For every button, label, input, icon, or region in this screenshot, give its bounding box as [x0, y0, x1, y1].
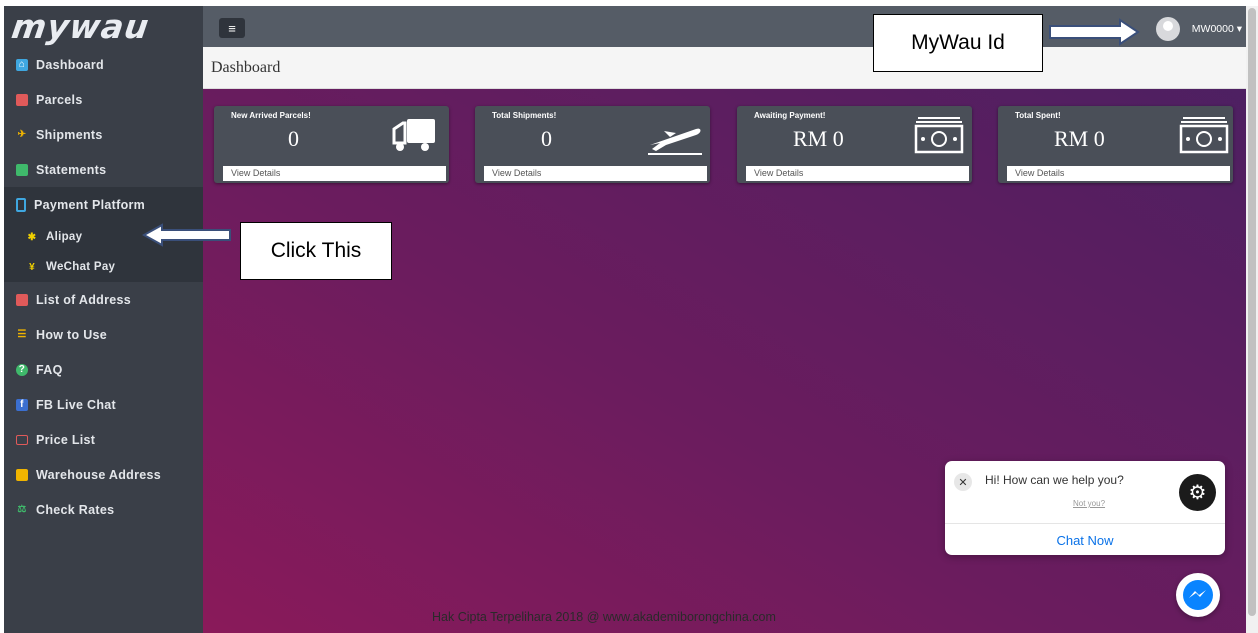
tag-icon: [16, 434, 28, 445]
plane-icon: ✈: [17, 129, 27, 140]
view-details-label: View Details: [492, 168, 542, 178]
card-total-shipments: Total Shipments! 0 View Details: [475, 106, 710, 183]
sidebar-menu: ⌂ Dashboard Parcels ✈ Shipments Statements…: [4, 47, 203, 527]
card-value: 0: [541, 126, 552, 151]
view-details-link[interactable]: View Details: [223, 166, 446, 181]
chat-brand-logo: ⚙: [1179, 474, 1216, 511]
annotation-label: MyWau Id: [911, 31, 1005, 54]
sidebar-item-payment-platform[interactable]: Payment Platform: [4, 187, 203, 222]
page-title: Dashboard: [211, 59, 281, 76]
list-icon: ☰: [17, 329, 27, 340]
sidebar: mywau ⌂ Dashboard Parcels ✈ Shipments Stat…: [4, 6, 203, 633]
view-details-link[interactable]: View Details: [746, 166, 969, 181]
card-title: Awaiting Payment!: [754, 111, 826, 120]
page-scrollbar[interactable]: [1246, 6, 1258, 633]
sidebar-item-label: FAQ: [36, 362, 63, 377]
facebook-icon: f: [16, 398, 28, 411]
card-new-arrived-parcels: New Arrived Parcels! 0 View Details: [214, 106, 449, 183]
chat-greeting: Hi! How can we help you?: [985, 473, 1124, 487]
user-menu[interactable]: MW0000 ▾: [1155, 17, 1242, 41]
question-icon: ?: [16, 363, 28, 376]
yen-icon: ¥: [29, 261, 35, 273]
sidebar-item-price-list[interactable]: Price List: [4, 422, 203, 457]
truck-icon: [16, 468, 28, 481]
footer-copyright: Hak Cipta Terpelihara 2018 @ www.akademi…: [432, 610, 776, 624]
sidebar-item-label: List of Address: [36, 292, 132, 307]
sidebar-item-label: Parcels: [36, 92, 83, 107]
sidebar-item-label: FB Live Chat: [36, 397, 116, 412]
card-value: RM 0: [793, 126, 844, 151]
sidebar-item-label: Dashboard: [36, 57, 104, 72]
sidebar-item-list-of-address[interactable]: List of Address: [4, 282, 203, 317]
mobile-icon: [16, 197, 26, 212]
sidebar-item-label: Shipments: [36, 127, 103, 142]
truck-icon: [16, 93, 28, 106]
avatar: [1155, 17, 1180, 41]
sidebar-item-label: Payment Platform: [34, 197, 146, 212]
chat-popup: ✕ Hi! How can we help you? Not you? ⚙ Ch…: [945, 461, 1225, 555]
sidebar-item-shipments[interactable]: ✈ Shipments: [4, 117, 203, 152]
not-you-link[interactable]: Not you?: [1073, 499, 1105, 508]
view-details-link[interactable]: View Details: [484, 166, 707, 181]
alipay-icon: ✱: [27, 231, 37, 243]
view-details-label: View Details: [754, 168, 804, 178]
view-details-label: View Details: [231, 168, 281, 178]
logo-text: mywau: [9, 7, 152, 46]
annotation-mywau-id: MyWau Id: [873, 14, 1043, 72]
annotation-click-this: Click This: [240, 222, 392, 280]
scale-icon: ⚖: [17, 504, 27, 515]
plane-icon: [648, 128, 702, 155]
money-icon: [914, 117, 964, 154]
app: mywau ⌂ Dashboard Parcels ✈ Shipments Stat…: [0, 6, 1258, 633]
divider: [945, 523, 1225, 524]
card-awaiting-payment: Awaiting Payment! RM 0 View Details: [737, 106, 972, 183]
card-value: RM 0: [1054, 126, 1105, 151]
sidebar-item-label: Warehouse Address: [36, 467, 162, 482]
sidebar-item-how-to-use[interactable]: ☰ How to Use: [4, 317, 203, 352]
annotation-label: Click This: [270, 239, 362, 262]
sidebar-item-statements[interactable]: Statements: [4, 152, 203, 187]
sidebar-item-label: Price List: [36, 432, 96, 447]
sidebar-item-dashboard[interactable]: ⌂ Dashboard: [4, 47, 203, 82]
menu-toggle-button[interactable]: ≡: [219, 18, 245, 38]
card-value: 0: [288, 126, 299, 151]
sidebar-item-warehouse-address[interactable]: Warehouse Address: [4, 457, 203, 492]
view-details-link[interactable]: View Details: [1007, 166, 1230, 181]
username-label: MW0000 ▾: [1191, 23, 1242, 35]
annotation-arrow-right: [1049, 18, 1140, 46]
messenger-icon: [1183, 580, 1213, 610]
view-details-label: View Details: [1015, 168, 1065, 178]
scrollbar-thumb[interactable]: [1248, 8, 1256, 616]
sidebar-item-check-rates[interactable]: ⚖ Check Rates: [4, 492, 203, 527]
card-total-spent: Total Spent! RM 0 View Details: [998, 106, 1233, 183]
annotation-arrow-left: [142, 223, 231, 247]
sidebar-item-label: WeChat Pay: [46, 261, 116, 273]
sidebar-item-label: Check Rates: [36, 502, 115, 517]
home-icon: ⌂: [16, 58, 28, 71]
brand-logo[interactable]: mywau: [4, 6, 203, 47]
sidebar-item-label: Alipay: [46, 231, 83, 243]
truck-icon: [392, 119, 435, 151]
page-header: Dashboard: [203, 47, 1246, 89]
messenger-button[interactable]: [1176, 573, 1220, 617]
sidebar-item-fb-live-chat[interactable]: f FB Live Chat: [4, 387, 203, 422]
card-title: Total Shipments!: [492, 111, 557, 120]
sidebar-item-label: How to Use: [36, 327, 108, 342]
main-content: ≡ MW0000 ▾ Dashboard New Arrived Parcels…: [203, 6, 1246, 633]
hamburger-icon: ≡: [228, 20, 236, 36]
sidebar-item-parcels[interactable]: Parcels: [4, 82, 203, 117]
sidebar-item-faq[interactable]: ? FAQ: [4, 352, 203, 387]
money-icon: [1179, 117, 1229, 154]
card-title: New Arrived Parcels!: [231, 111, 311, 120]
card-title: Total Spent!: [1015, 111, 1061, 120]
sidebar-item-label: Statements: [36, 162, 107, 177]
chat-now-button[interactable]: Chat Now: [945, 533, 1225, 548]
address-book-icon: [16, 293, 28, 306]
sidebar-item-wechat-pay[interactable]: ¥ WeChat Pay: [4, 252, 203, 282]
close-icon[interactable]: ✕: [954, 473, 972, 491]
money-icon: [16, 163, 28, 176]
